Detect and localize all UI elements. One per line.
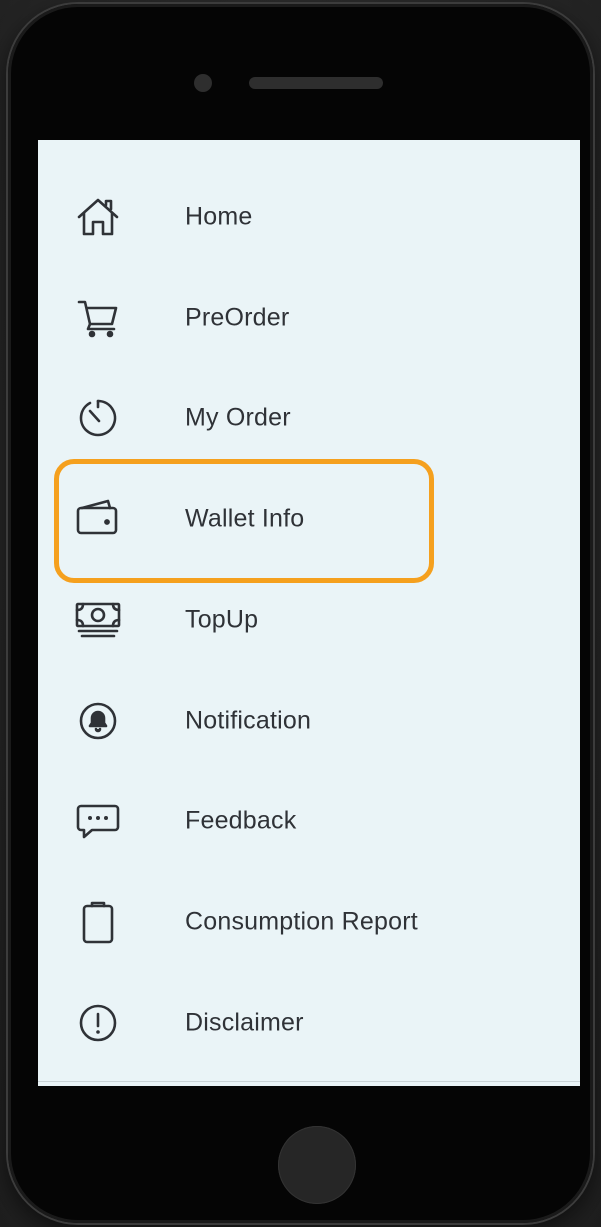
- chat-icon: [74, 797, 122, 845]
- menu-item-consumption-report[interactable]: Consumption Report: [38, 872, 580, 972]
- menu-item-label: My Order: [185, 403, 291, 432]
- menu-item-feedback[interactable]: Feedback: [38, 771, 580, 871]
- front-camera: [194, 74, 212, 92]
- timer-icon: [74, 394, 122, 442]
- home-button[interactable]: [278, 1126, 356, 1204]
- cart-icon: [74, 294, 122, 342]
- money-icon: [74, 596, 122, 644]
- menu-item-label: Notification: [185, 706, 312, 735]
- earpiece-speaker: [249, 77, 383, 89]
- alert-icon: [74, 999, 122, 1047]
- menu-item-label: Feedback: [185, 806, 297, 835]
- clipboard-icon: [74, 898, 122, 946]
- menu-item-label: Disclaimer: [185, 1008, 304, 1037]
- menu-item-disclaimer[interactable]: Disclaimer: [38, 973, 580, 1073]
- wallet-icon: [74, 495, 122, 543]
- menu-item-notification[interactable]: Notification: [38, 671, 580, 771]
- menu-item-label: Home: [185, 202, 253, 231]
- menu-item-my-order[interactable]: My Order: [38, 368, 580, 468]
- home-icon: [74, 193, 122, 241]
- menu-item-label: Consumption Report: [185, 907, 418, 936]
- menu-item-topup[interactable]: TopUp: [38, 570, 580, 670]
- divider: [38, 1081, 580, 1082]
- menu-item-label: PreOrder: [185, 303, 290, 332]
- side-menu: Home PreOrder My Order Wallet Info TopUp…: [38, 140, 580, 1086]
- menu-item-wallet-info[interactable]: Wallet Info: [38, 469, 580, 569]
- bell-icon: [74, 697, 122, 745]
- menu-item-home[interactable]: Home: [38, 167, 580, 267]
- menu-item-label: Wallet Info: [185, 504, 305, 533]
- menu-item-preorder[interactable]: PreOrder: [38, 268, 580, 368]
- menu-item-label: TopUp: [185, 605, 259, 634]
